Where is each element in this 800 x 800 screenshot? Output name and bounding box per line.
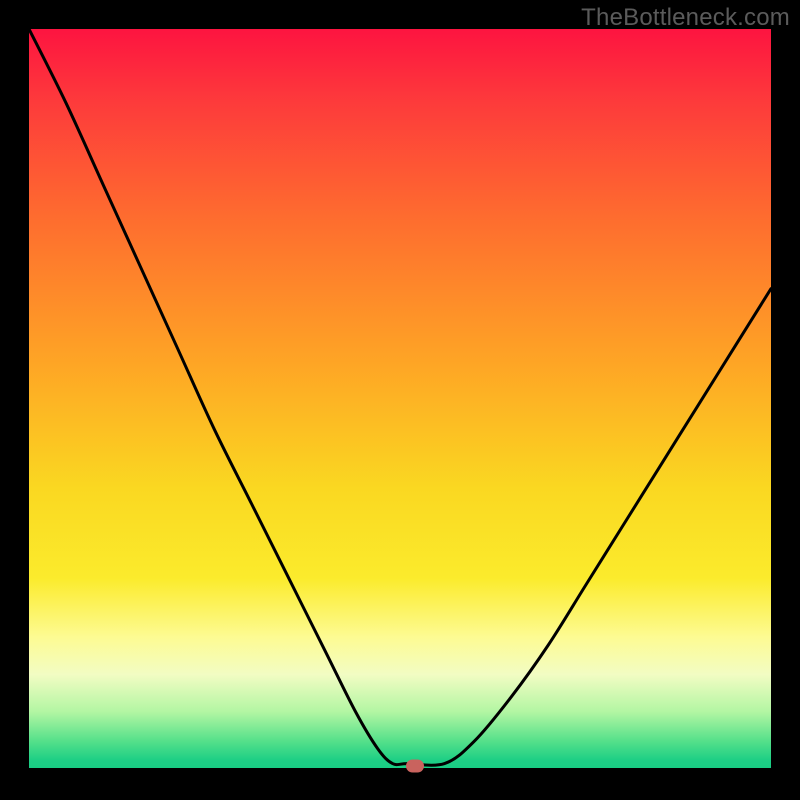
- plot-area: [29, 29, 771, 771]
- bottleneck-curve: [29, 29, 771, 765]
- chart-svg: [29, 29, 771, 771]
- chart-frame: TheBottleneck.com: [0, 0, 800, 800]
- watermark-text: TheBottleneck.com: [581, 4, 790, 32]
- optimal-point-marker: [406, 759, 424, 772]
